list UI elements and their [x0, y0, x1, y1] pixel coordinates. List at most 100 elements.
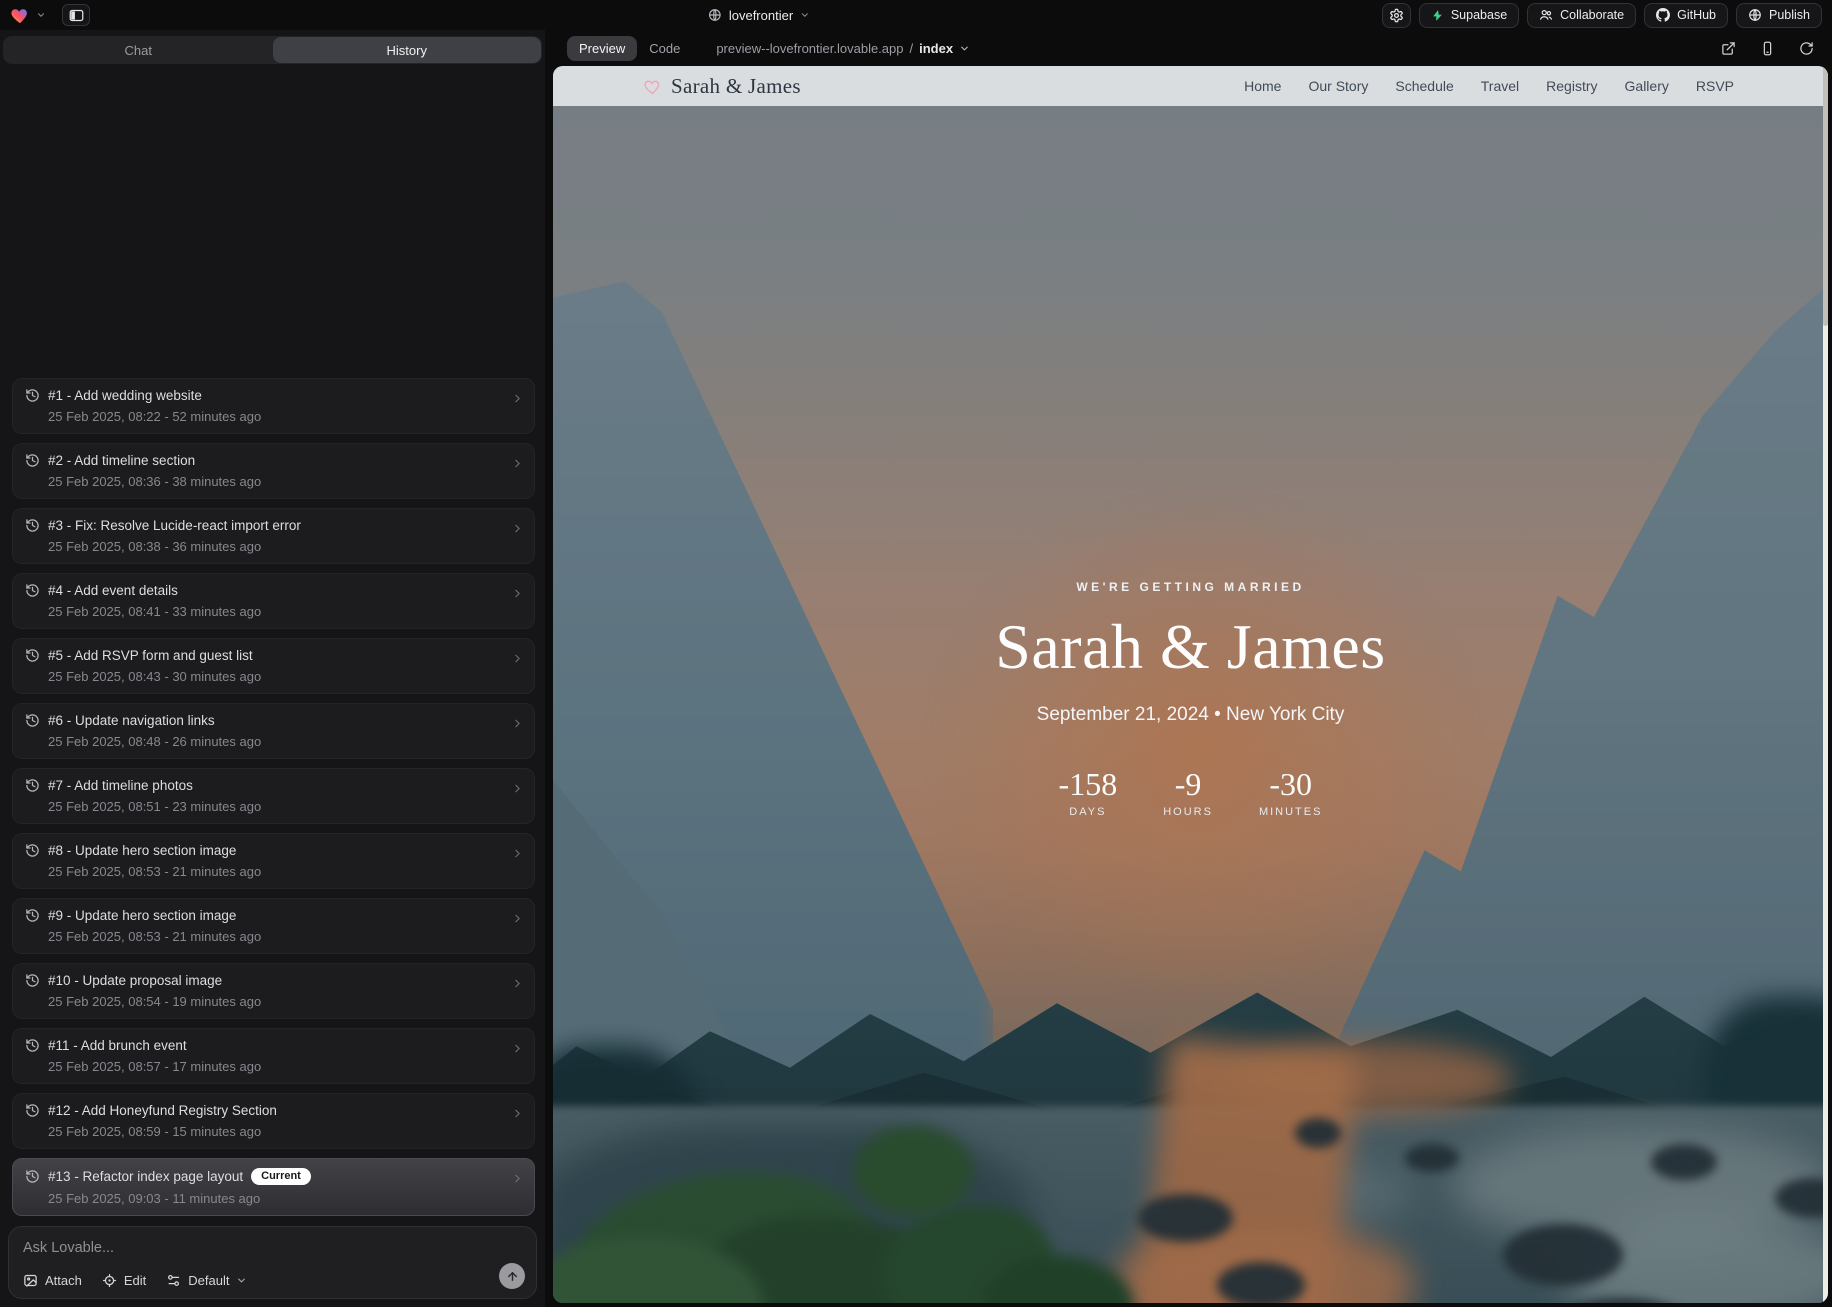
countdown-unit: -158 DAYS	[1059, 766, 1118, 818]
history-item-title: #4 - Add event details	[48, 583, 178, 598]
topbar-left-group	[10, 4, 90, 26]
history-list-item[interactable]: #13 - Refactor index page layout Current…	[12, 1158, 535, 1216]
history-item-title: #7 - Add timeline photos	[48, 778, 193, 793]
chevron-right-icon	[511, 1107, 524, 1120]
github-button[interactable]: GitHub	[1644, 3, 1728, 28]
history-item-timestamp: 25 Feb 2025, 08:51 - 23 minutes ago	[48, 799, 500, 814]
history-list-item[interactable]: #5 - Add RSVP form and guest list 25 Feb…	[12, 638, 535, 694]
tab-history[interactable]: History	[273, 37, 542, 63]
site-nav-link[interactable]: Gallery	[1625, 78, 1669, 94]
heart-outline-icon	[643, 78, 662, 95]
countdown-unit: -30 MINUTES	[1259, 766, 1323, 818]
settings-button[interactable]	[1382, 3, 1411, 28]
history-item-title-row: #4 - Add event details	[25, 583, 500, 598]
history-item-title-row: #11 - Add brunch event	[25, 1038, 500, 1053]
countdown-unit: -9 HOURS	[1163, 766, 1213, 818]
history-list-item[interactable]: #9 - Update hero section image 25 Feb 20…	[12, 898, 535, 954]
tab-chat[interactable]: Chat	[4, 37, 273, 63]
history-list-item[interactable]: #10 - Update proposal image 25 Feb 2025,…	[12, 963, 535, 1019]
hero-section: WE'RE GETTING MARRIED Sarah & James Sept…	[553, 580, 1828, 818]
history-item-title: #8 - Update hero section image	[48, 843, 236, 858]
countdown-value: -158	[1059, 766, 1118, 803]
chevron-right-icon	[511, 912, 524, 925]
site-header: Sarah & James Home Our Story Schedule Tr…	[553, 66, 1828, 106]
site-nav-link[interactable]: Schedule	[1395, 78, 1453, 94]
history-item-title-row: #9 - Update hero section image	[25, 908, 500, 923]
history-item-title-row: #6 - Update navigation links	[25, 713, 500, 728]
chevron-right-icon	[511, 1042, 524, 1055]
tab-code[interactable]: Code	[637, 36, 692, 61]
project-switcher[interactable]: lovefrontier	[708, 8, 810, 23]
chevron-right-icon	[511, 587, 524, 600]
history-clock-icon	[25, 778, 40, 793]
history-list-item[interactable]: #6 - Update navigation links 25 Feb 2025…	[12, 703, 535, 759]
github-label: GitHub	[1677, 8, 1716, 22]
countdown: -158 DAYS -9 HOURS -30 MINUTES	[553, 766, 1828, 818]
collaborate-button[interactable]: Collaborate	[1527, 3, 1636, 28]
chevron-right-icon	[511, 847, 524, 860]
history-clock-icon	[25, 973, 40, 988]
publish-button[interactable]: Publish	[1736, 3, 1822, 28]
history-item-title: #6 - Update navigation links	[48, 713, 215, 728]
site-nav-link[interactable]: Our Story	[1308, 78, 1368, 94]
preview-toolbar: Preview Code preview--lovefrontier.lovab…	[553, 30, 1828, 66]
history-list-item[interactable]: #11 - Add brunch event 25 Feb 2025, 08:5…	[12, 1028, 535, 1084]
tab-preview[interactable]: Preview	[567, 36, 637, 61]
history-item-title: #3 - Fix: Resolve Lucide-react import er…	[48, 518, 301, 533]
countdown-label: DAYS	[1059, 806, 1118, 818]
history-item-timestamp: 25 Feb 2025, 08:57 - 17 minutes ago	[48, 1059, 500, 1074]
send-button[interactable]	[499, 1263, 525, 1289]
open-external-icon[interactable]	[1721, 41, 1736, 56]
history-list-item[interactable]: #1 - Add wedding website 25 Feb 2025, 08…	[12, 378, 535, 434]
logo-chevron-down-icon[interactable]	[36, 10, 46, 20]
edit-mode-button[interactable]: Edit	[102, 1273, 146, 1288]
hero-date-location: September 21, 2024 • New York City	[553, 704, 1828, 726]
lovable-logo-icon[interactable]	[10, 6, 30, 24]
mode-select-button[interactable]: Default	[166, 1273, 247, 1288]
chevron-right-icon	[511, 977, 524, 990]
refresh-icon[interactable]	[1799, 41, 1814, 56]
countdown-label: HOURS	[1163, 806, 1213, 818]
app-topbar: lovefrontier Supabase Collaborate	[0, 0, 1832, 30]
history-item-title-row: #2 - Add timeline section	[25, 453, 500, 468]
preview-url-selector[interactable]: preview--lovefrontier.lovable.app / inde…	[716, 41, 970, 56]
site-scrollbar-thumb[interactable]	[1823, 66, 1828, 326]
prompt-input[interactable]	[23, 1240, 522, 1256]
history-clock-icon	[25, 1103, 40, 1118]
history-item-title-row: #3 - Fix: Resolve Lucide-react import er…	[25, 518, 500, 533]
prompt-composer: Attach Edit Default	[8, 1226, 537, 1299]
history-item-title-row: #12 - Add Honeyfund Registry Section	[25, 1103, 500, 1118]
history-item-title: #9 - Update hero section image	[48, 908, 236, 923]
supabase-button[interactable]: Supabase	[1419, 3, 1519, 28]
history-item-title: #12 - Add Honeyfund Registry Section	[48, 1103, 277, 1118]
site-nav-link[interactable]: Registry	[1546, 78, 1597, 94]
site-brand[interactable]: Sarah & James	[643, 74, 801, 99]
history-clock-icon	[25, 453, 40, 468]
history-item-timestamp: 25 Feb 2025, 08:59 - 15 minutes ago	[48, 1124, 500, 1139]
countdown-value: -9	[1163, 766, 1213, 803]
mobile-view-icon[interactable]	[1760, 41, 1775, 56]
countdown-value: -30	[1259, 766, 1323, 803]
main-split: Chat History #1 - Add wedding website 25…	[0, 30, 1832, 1307]
site-nav-link[interactable]: Travel	[1481, 78, 1519, 94]
sidebar-toggle-button[interactable]	[62, 4, 90, 26]
history-item-title-row: #7 - Add timeline photos	[25, 778, 500, 793]
history-list-item[interactable]: #4 - Add event details 25 Feb 2025, 08:4…	[12, 573, 535, 629]
site-nav-link[interactable]: RSVP	[1696, 78, 1734, 94]
site-scrollbar[interactable]	[1823, 66, 1828, 1303]
history-list-item[interactable]: #2 - Add timeline section 25 Feb 2025, 0…	[12, 443, 535, 499]
globe-icon	[708, 8, 722, 22]
site-nav-link[interactable]: Home	[1244, 78, 1281, 94]
history-list-item[interactable]: #12 - Add Honeyfund Registry Section 25 …	[12, 1093, 535, 1149]
history-list-item[interactable]: #7 - Add timeline photos 25 Feb 2025, 08…	[12, 768, 535, 824]
attach-button[interactable]: Attach	[23, 1273, 82, 1288]
history-list-item[interactable]: #8 - Update hero section image 25 Feb 20…	[12, 833, 535, 889]
history-item-title: #5 - Add RSVP form and guest list	[48, 648, 253, 663]
history-clock-icon	[25, 1038, 40, 1053]
hero-title: Sarah & James	[553, 610, 1828, 684]
history-clock-icon	[25, 518, 40, 533]
history-list-item[interactable]: #3 - Fix: Resolve Lucide-react import er…	[12, 508, 535, 564]
chevron-right-icon	[511, 1172, 524, 1185]
site-nav: Home Our Story Schedule Travel Registry …	[1244, 78, 1734, 94]
arrow-up-icon	[506, 1270, 519, 1283]
